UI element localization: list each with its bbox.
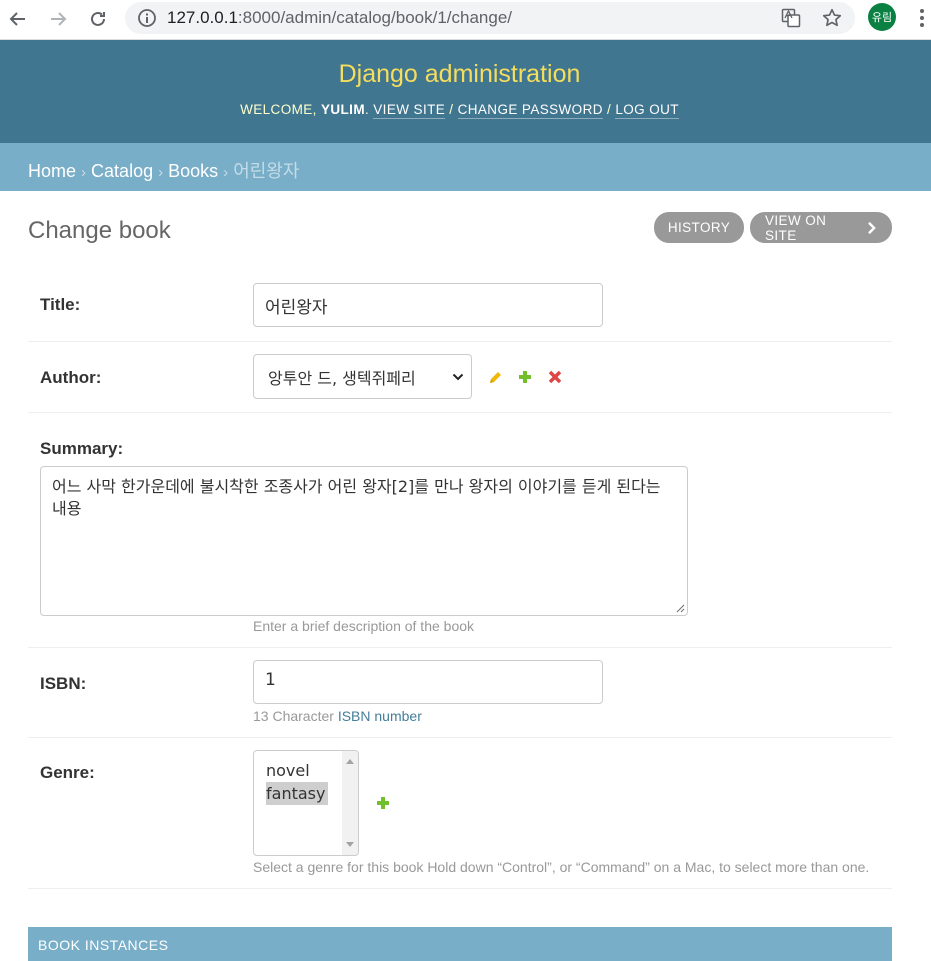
book-instances-header: BOOK INSTANCES bbox=[28, 927, 892, 961]
isbn-input[interactable]: 1 bbox=[253, 660, 603, 704]
genre-multiselect[interactable]: novel fantasy bbox=[253, 750, 359, 856]
log-out-link[interactable]: LOG OUT bbox=[615, 102, 679, 119]
back-button[interactable] bbox=[4, 5, 32, 33]
site-header: Django administration WELCOME, YULIM. VI… bbox=[0, 40, 931, 143]
view-site-link[interactable]: VIEW SITE bbox=[373, 102, 446, 119]
author-label: Author: bbox=[40, 368, 102, 387]
form-row-author: Author: 앙투안 드, 생텍쥐페리 bbox=[28, 342, 892, 413]
isbn-label: ISBN: bbox=[40, 674, 87, 693]
form-row-genre: Genre: novel fantasy Select a genre for … bbox=[28, 738, 892, 889]
title-label: Title: bbox=[40, 295, 81, 314]
title-input[interactable]: 어린왕자 bbox=[253, 283, 603, 327]
more-vert-icon[interactable] bbox=[912, 6, 931, 30]
username: YULIM bbox=[320, 102, 365, 117]
scroll-down-icon[interactable] bbox=[346, 842, 354, 848]
summary-label: Summary: bbox=[40, 439, 124, 458]
author-select[interactable]: 앙투안 드, 생텍쥐페리 bbox=[253, 354, 472, 399]
chevron-right-icon bbox=[868, 221, 877, 234]
summary-textarea[interactable]: 어느 사막 한가운데에 불시착한 조종사가 어린 왕자[2]를 만나 왕자의 이… bbox=[40, 466, 688, 616]
edit-pencil-icon[interactable] bbox=[488, 369, 504, 385]
form-row-summary: Summary: 어느 사막 한가운데에 불시착한 조종사가 어린 왕자[2]를… bbox=[28, 413, 892, 648]
user-tools: WELCOME, YULIM. VIEW SITE / CHANGE PASSW… bbox=[240, 102, 679, 119]
add-genre-plus-icon[interactable] bbox=[375, 795, 391, 811]
welcome-text: WELCOME, bbox=[240, 102, 317, 117]
resize-grip-icon[interactable] bbox=[675, 603, 685, 613]
reload-button[interactable] bbox=[84, 5, 112, 33]
info-icon[interactable] bbox=[137, 8, 157, 28]
delete-x-icon[interactable] bbox=[547, 369, 563, 385]
scrollbar[interactable] bbox=[342, 751, 358, 855]
url-text: 127.0.0.1:8000/admin/catalog/book/1/chan… bbox=[167, 8, 512, 27]
history-button[interactable]: HISTORY bbox=[654, 212, 744, 243]
arrow-right-icon bbox=[51, 12, 67, 26]
browser-toolbar: 127.0.0.1:8000/admin/catalog/book/1/chan… bbox=[0, 0, 931, 40]
star-icon[interactable] bbox=[821, 7, 843, 29]
translate-icon[interactable] bbox=[781, 8, 801, 28]
genre-label: Genre: bbox=[40, 763, 95, 782]
form-row-title: Title: 어린왕자 bbox=[28, 270, 892, 342]
breadcrumb: Home › Catalog › Books › 어린왕자 bbox=[0, 143, 931, 191]
isbn-help: 13 Character ISBN number bbox=[253, 708, 422, 724]
breadcrumb-catalog[interactable]: Catalog bbox=[91, 161, 153, 181]
address-bar[interactable]: 127.0.0.1:8000/admin/catalog/book/1/chan… bbox=[125, 2, 855, 34]
profile-avatar[interactable]: 유림 bbox=[868, 3, 896, 31]
breadcrumb-current: 어린왕자 bbox=[233, 161, 300, 181]
view-on-site-button[interactable]: VIEW ON SITE bbox=[750, 212, 892, 243]
forward-button[interactable] bbox=[44, 5, 72, 33]
breadcrumb-books[interactable]: Books bbox=[168, 161, 218, 181]
summary-help: Enter a brief description of the book bbox=[253, 618, 475, 634]
site-name[interactable]: Django administration bbox=[0, 60, 919, 89]
breadcrumb-home[interactable]: Home bbox=[28, 161, 76, 181]
chevron-down-icon bbox=[452, 373, 464, 381]
form-row-isbn: ISBN: 1 13 Character ISBN number bbox=[28, 648, 892, 738]
page-title: Change book bbox=[28, 217, 171, 244]
arrow-left-icon bbox=[9, 12, 25, 26]
scroll-up-icon[interactable] bbox=[346, 758, 354, 764]
isbn-number-link[interactable]: ISBN number bbox=[338, 708, 422, 724]
add-plus-icon[interactable] bbox=[517, 369, 533, 385]
change-password-link[interactable]: CHANGE PASSWORD bbox=[457, 102, 603, 119]
genre-help: Select a genre for this book Hold down “… bbox=[253, 859, 870, 875]
reload-icon bbox=[91, 11, 105, 26]
